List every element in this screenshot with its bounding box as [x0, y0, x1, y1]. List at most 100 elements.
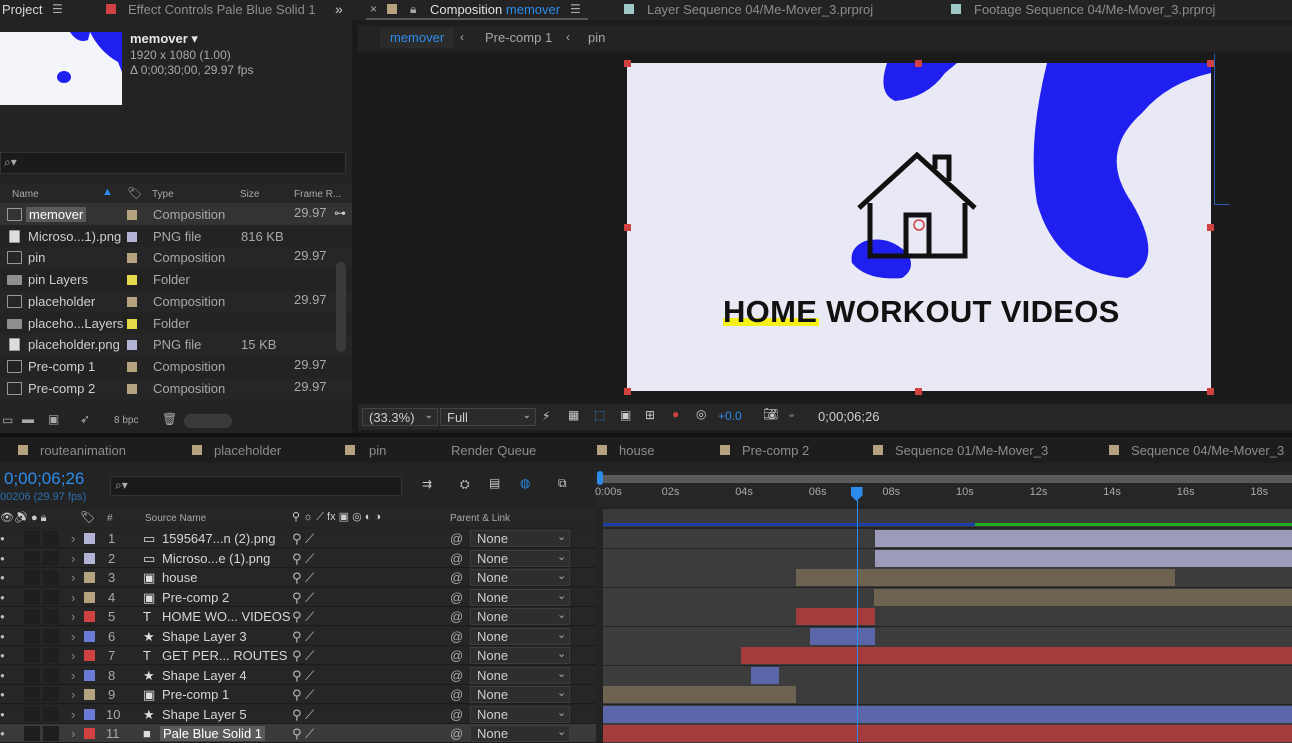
- layer-track[interactable]: [603, 704, 1292, 724]
- solo-box[interactable]: [24, 570, 40, 585]
- zoom-slider[interactable]: [184, 414, 232, 428]
- project-item[interactable]: pin Composition 29.97: [0, 247, 352, 269]
- breadcrumb-precomp1[interactable]: Pre-comp 1: [485, 30, 552, 45]
- pick-whip-icon[interactable]: @: [450, 668, 463, 683]
- col-source-name[interactable]: Source Name: [145, 513, 206, 524]
- overflow-icon[interactable]: »: [335, 1, 343, 17]
- solo-box[interactable]: [24, 531, 40, 546]
- parent-dropdown[interactable]: None ⌄: [470, 569, 570, 586]
- col-name[interactable]: Name: [12, 189, 39, 200]
- layer-duration-bar[interactable]: [603, 705, 1292, 723]
- work-area-bar[interactable]: [599, 475, 1292, 483]
- layer-name[interactable]: Pale Blue Solid 1: [160, 726, 266, 741]
- zoom-dropdown[interactable]: (33.3%) ⌄: [362, 408, 438, 426]
- layer-duration-bar[interactable]: [875, 530, 1292, 547]
- solo-box[interactable]: [24, 726, 40, 741]
- project-item[interactable]: placeholder.png PNG file 15 KB: [0, 334, 352, 356]
- work-area-start[interactable]: [597, 471, 603, 485]
- draft-3d-icon[interactable]: ⛭: [460, 477, 470, 492]
- layer-track[interactable]: [603, 626, 1292, 646]
- solo-box[interactable]: [24, 667, 40, 683]
- selection-handle[interactable]: [624, 60, 631, 67]
- pick-whip-icon[interactable]: @: [450, 726, 463, 741]
- parent-dropdown[interactable]: None ⌄: [470, 588, 570, 606]
- layer-duration-bar[interactable]: [795, 569, 1175, 586]
- label-color-icon[interactable]: [127, 296, 137, 307]
- expand-chevron-icon[interactable]: ›: [71, 609, 75, 624]
- layer-switches-icon[interactable]: ⚲ ⟋: [292, 570, 314, 586]
- lock-box[interactable]: [43, 726, 59, 741]
- expand-chevron-icon[interactable]: ›: [71, 726, 75, 741]
- col-parent[interactable]: Parent & Link: [450, 513, 510, 524]
- search-input[interactable]: ⌕▾: [0, 152, 346, 174]
- bpc-label[interactable]: 8 bpc: [114, 415, 138, 426]
- selection-handle[interactable]: [624, 224, 631, 231]
- eye-icon[interactable]: ●: [0, 554, 5, 563]
- tab-composition[interactable]: Composition memover: [430, 2, 560, 17]
- pick-whip-icon[interactable]: @: [450, 648, 463, 663]
- project-item[interactable]: Pre-comp 1 Composition 29.97: [0, 355, 352, 377]
- layer-switches-icon[interactable]: ⚲ ⟋: [292, 707, 314, 723]
- layer-duration-bar[interactable]: [875, 549, 1292, 567]
- layer-switches-icon[interactable]: ⚲ ⟋: [292, 687, 314, 703]
- layer-switches-icon[interactable]: ⚲ ⟋: [292, 551, 314, 567]
- expand-chevron-icon[interactable]: ›: [71, 668, 75, 683]
- breadcrumb-pin[interactable]: pin: [588, 30, 605, 45]
- pick-whip-icon[interactable]: @: [450, 531, 463, 546]
- grid-guides-icon[interactable]: ⊞: [645, 408, 655, 422]
- eye-icon[interactable]: ●: [0, 710, 5, 719]
- layer-switches-icon[interactable]: ⚲ ⟋: [292, 609, 314, 625]
- expand-chevron-icon[interactable]: ›: [71, 590, 75, 605]
- pick-whip-icon[interactable]: @: [450, 551, 463, 566]
- breadcrumb-memover[interactable]: memover: [380, 28, 455, 48]
- layer-name[interactable]: Shape Layer 4: [162, 668, 247, 683]
- project-item[interactable]: placeholder Composition 29.97: [0, 290, 352, 312]
- solo-box[interactable]: [24, 609, 40, 624]
- layer-track[interactable]: [603, 568, 1292, 587]
- lock-box[interactable]: [43, 648, 59, 663]
- graph-editor-icon[interactable]: ⧉: [558, 476, 567, 491]
- flowchart-icon[interactable]: ⊶: [334, 206, 346, 220]
- layer-row[interactable]: ● › 1 ▭ 1595647...n (2).png ⚲ ⟋ @ None ⌄: [0, 529, 596, 548]
- menu-icon[interactable]: ☰: [52, 2, 63, 16]
- solo-box[interactable]: [24, 628, 40, 644]
- pick-whip-icon[interactable]: @: [450, 590, 463, 605]
- layer-row[interactable]: ● › 4 ▣ Pre-comp 2 ⚲ ⟋ @ None ⌄: [0, 587, 596, 607]
- exposure-value[interactable]: +0.0: [718, 409, 742, 423]
- eye-icon[interactable]: ●: [0, 690, 5, 699]
- layer-row[interactable]: ● › 5 T HOME WO... VIDEOS ⚲ ⟋ @ None ⌄: [0, 607, 596, 626]
- layer-duration-bar[interactable]: [751, 666, 779, 684]
- layer-switches-icon[interactable]: ⚲ ⟋: [292, 668, 314, 684]
- label-color-icon[interactable]: [84, 708, 95, 720]
- layer-row[interactable]: ● › 8 ★ Shape Layer 4 ⚲ ⟋ @ None ⌄: [0, 665, 596, 685]
- expand-chevron-icon[interactable]: ›: [71, 648, 75, 663]
- layer-track[interactable]: [603, 548, 1292, 568]
- expand-chevron-icon[interactable]: ›: [71, 629, 75, 644]
- solo-box[interactable]: [24, 589, 40, 605]
- project-item[interactable]: Pre-comp 2 Composition 29.97: [0, 377, 352, 399]
- selection-handle[interactable]: [1207, 388, 1214, 395]
- motion-blur-icon[interactable]: ◍: [520, 476, 530, 490]
- headline-text[interactable]: HOME WORKOUT VIDEOS: [723, 294, 1120, 330]
- label-color-icon[interactable]: [84, 552, 95, 564]
- label-color-icon[interactable]: [127, 275, 137, 286]
- project-item[interactable]: Microso...1).png PNG file 816 KB: [0, 225, 352, 247]
- tab-footage[interactable]: Footage Sequence 04/Me-Mover_3.prproj: [974, 2, 1215, 17]
- layer-switches-icon[interactable]: ⚲ ⟋: [292, 648, 314, 664]
- timeline-tab[interactable]: pin: [369, 443, 386, 458]
- label-color-icon[interactable]: [84, 650, 95, 661]
- eye-icon[interactable]: ●: [0, 593, 5, 602]
- solo-box[interactable]: [24, 687, 40, 702]
- expand-chevron-icon[interactable]: ›: [71, 687, 75, 702]
- new-folder-icon[interactable]: ▬: [22, 412, 34, 426]
- col-type[interactable]: Type: [152, 189, 174, 200]
- layer-switches-icon[interactable]: ⚲ ⟋: [292, 629, 314, 645]
- label-color-icon[interactable]: [84, 533, 95, 544]
- color-management-icon[interactable]: ◎: [696, 407, 706, 421]
- label-color-icon[interactable]: [127, 210, 137, 220]
- layer-row[interactable]: ● › 6 ★ Shape Layer 3 ⚲ ⟋ @ None ⌄: [0, 626, 596, 646]
- timeline-tab[interactable]: Pre-comp 2: [742, 443, 809, 458]
- scrollbar[interactable]: [336, 262, 346, 352]
- playhead[interactable]: [856, 489, 858, 742]
- col-frame-rate[interactable]: Frame R...: [294, 189, 341, 200]
